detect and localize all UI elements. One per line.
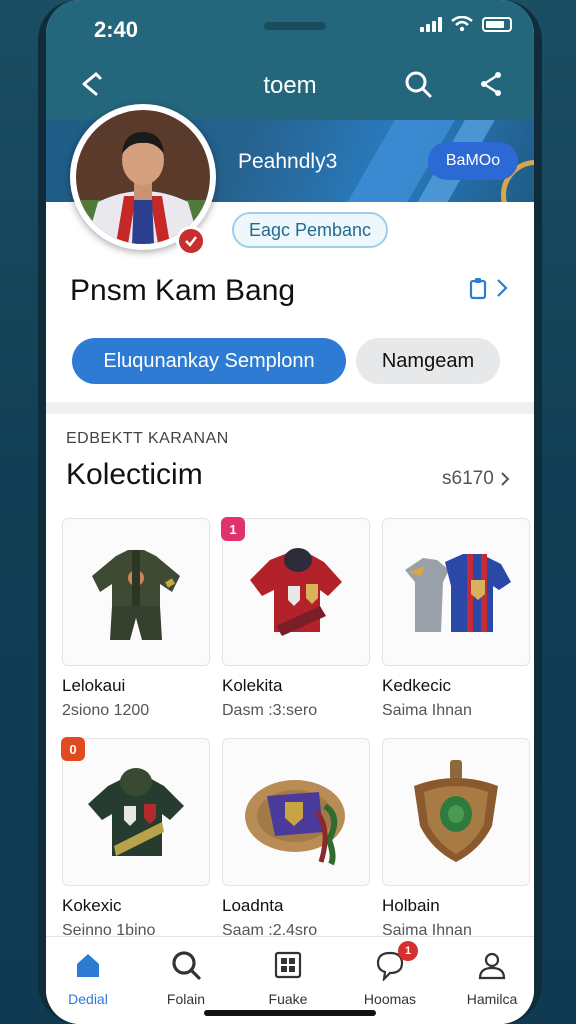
card-subtitle: Saima Ihnan	[382, 702, 472, 719]
green-jersey-icon	[88, 768, 184, 856]
collection-thumb	[382, 518, 530, 666]
card-title: Kolekita	[222, 676, 283, 695]
collection-thumb	[62, 518, 210, 666]
card-subtitle: Dasm :3:sero	[222, 702, 318, 719]
chevron-right-icon	[497, 279, 508, 297]
section-title: Kolecticim	[66, 458, 203, 491]
collection-card[interactable]: Holbain Saima Ihnan	[382, 738, 530, 940]
profile-name: Pnsm Kam Bang	[70, 274, 296, 307]
collection-thumb	[222, 738, 370, 886]
collection-card[interactable]: 1 Kolekita Dasm :3:sero	[221, 517, 370, 720]
profile-icon	[478, 952, 506, 980]
status-bar: 2:40	[46, 0, 534, 60]
collection-thumb: 1	[221, 517, 370, 666]
section-divider	[46, 402, 534, 414]
notification-badge: 1	[398, 941, 418, 961]
wifi-icon	[451, 16, 473, 32]
football-shirts-icon	[405, 554, 511, 632]
section-subtitle: EDBEKTT KARANAN	[66, 430, 229, 447]
tab-profile[interactable]: Hamilca	[452, 947, 532, 1007]
collection-thumb	[382, 738, 530, 886]
card-subtitle: 2siono 1200	[62, 702, 150, 719]
clipboard-icon	[469, 278, 487, 300]
shield-icon	[414, 760, 498, 862]
secondary-action-button[interactable]: Namgeam	[356, 338, 500, 384]
collection-count-link[interactable]: s6170	[442, 468, 510, 490]
signal-icon	[420, 16, 442, 32]
status-icons	[420, 16, 512, 32]
speaker-notch	[264, 22, 326, 30]
profile-tag[interactable]: Eagc Pembanc	[232, 212, 388, 248]
soldier-uniform-icon	[92, 550, 180, 640]
card-title: Lelokaui	[62, 676, 126, 695]
search-button[interactable]	[400, 66, 436, 102]
player-photo	[76, 110, 210, 244]
home-icon	[77, 954, 99, 977]
collection-card[interactable]: Lelokaui 2siono 1200	[62, 518, 210, 720]
collection-card[interactable]: Kedkecic Saima Ihnan	[382, 518, 530, 720]
tab-search[interactable]: Folain	[146, 947, 226, 1007]
card-title: Kokexic	[62, 896, 122, 915]
page-title: toem	[263, 72, 317, 99]
grid-icon	[274, 951, 302, 979]
nav-row: toem	[46, 62, 534, 108]
chevron-right-icon	[501, 472, 510, 486]
primary-action-button[interactable]: Eluqunankay Semplonn	[72, 338, 346, 384]
home-indicator[interactable]	[204, 1010, 376, 1016]
battery-icon	[482, 16, 512, 32]
banner-button[interactable]: BaMOo	[428, 142, 518, 180]
collection-card[interactable]: Loadnta Saam :2.4sro	[222, 738, 370, 940]
card-title: Holbain	[382, 896, 440, 915]
collection-count: s6170	[442, 468, 494, 489]
tab-label: Fuake	[268, 991, 308, 1007]
card-badge: 0	[61, 737, 85, 761]
tab-label: Folain	[166, 991, 206, 1007]
tab-home[interactable]: Dedial	[48, 947, 128, 1007]
tab-grid[interactable]: Fuake	[248, 947, 328, 1007]
collection-thumb: 0	[61, 737, 210, 886]
rope-scarf-icon	[245, 780, 345, 866]
top-bar: 2:40 toem	[46, 0, 534, 120]
red-jersey-icon	[250, 548, 342, 636]
edit-profile-button[interactable]	[468, 276, 508, 300]
tab-label: Hoomas	[363, 991, 417, 1007]
screen: 2:40 toem Peahndly3 BaMOo Eagc Pembanc P…	[46, 0, 534, 1024]
banner-name: Peahndly3	[238, 150, 338, 173]
verified-badge-icon	[176, 226, 206, 256]
phone-frame: 2:40 toem Peahndly3 BaMOo Eagc Pembanc P…	[38, 0, 542, 1024]
share-button[interactable]	[474, 66, 510, 102]
status-time: 2:40	[94, 17, 139, 42]
search-icon	[405, 71, 432, 98]
card-badge: 1	[221, 517, 245, 541]
collection-card[interactable]: 0 Kokexic Seinno 1bino	[61, 737, 210, 940]
card-title: Loadnta	[222, 896, 284, 915]
tab-label: Dedial	[68, 991, 108, 1007]
share-icon	[481, 72, 501, 96]
tab-activity[interactable]: 1 Hoomas	[350, 941, 430, 1007]
search-icon	[172, 951, 201, 980]
tab-label: Hamilca	[466, 991, 518, 1007]
card-title: Kedkecic	[382, 676, 451, 695]
